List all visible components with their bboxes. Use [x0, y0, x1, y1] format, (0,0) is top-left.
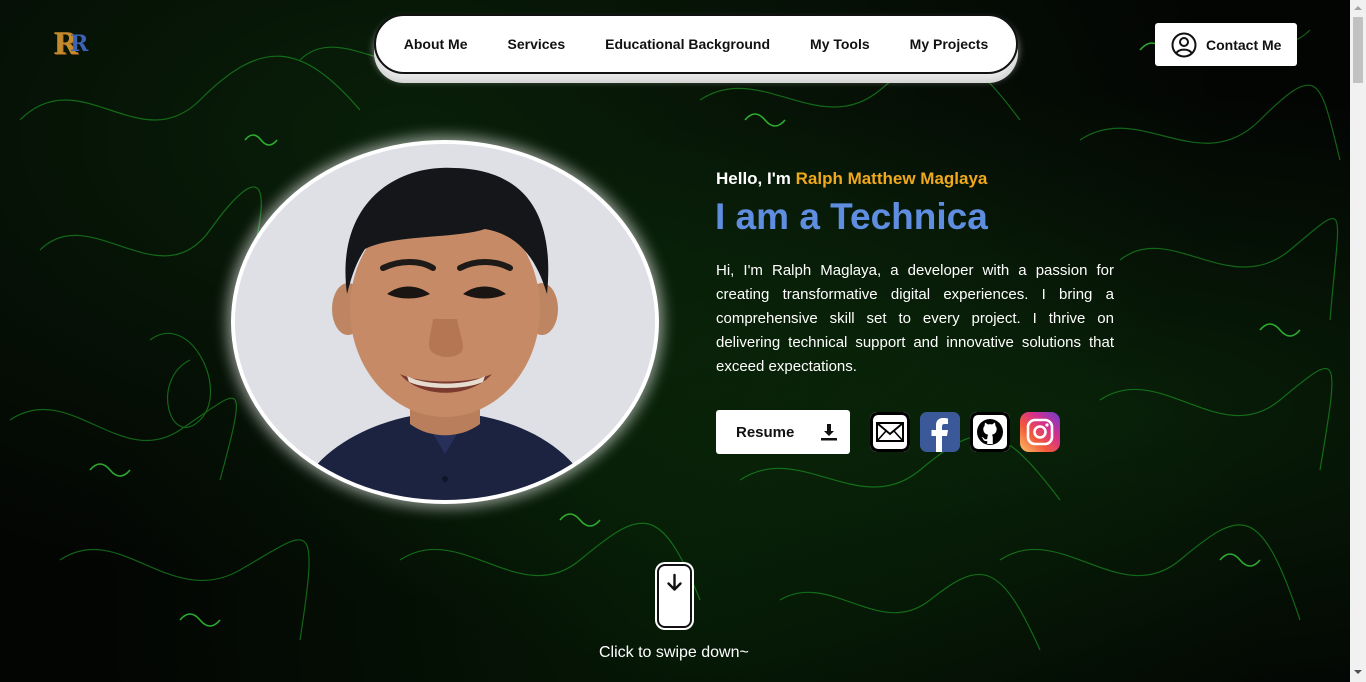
scrollbar-thumb[interactable]	[1353, 17, 1363, 83]
user-circle-icon	[1171, 32, 1197, 57]
email-icon	[870, 412, 910, 452]
resume-download-button[interactable]: Resume	[716, 410, 850, 454]
nav-my-projects[interactable]: My Projects	[910, 36, 989, 52]
scroll-down-arrow-icon[interactable]	[1354, 670, 1362, 674]
nav-services[interactable]: Services	[508, 36, 566, 52]
hero-greeting: Hello, I'm Ralph Matthew Maglaya	[716, 169, 987, 189]
logo-mark-accent: R	[70, 31, 89, 57]
nav-about-me[interactable]: About Me	[404, 36, 468, 52]
main-nav: About Me Services Educational Background…	[374, 14, 1018, 74]
nav-my-tools[interactable]: My Tools	[810, 36, 870, 52]
contact-me-label: Contact Me	[1206, 36, 1282, 53]
greeting-text: Hello, I'm	[716, 169, 791, 188]
contact-me-button[interactable]: Contact Me	[1155, 23, 1297, 66]
hero-role-typed: I am a Technica	[715, 196, 988, 237]
resume-label: Resume	[736, 423, 795, 441]
hero-bio: Hi, I'm Ralph Maglaya, a developer with …	[716, 262, 1114, 375]
scroll-hint: Click to swipe down~	[599, 644, 749, 661]
email-link[interactable]	[870, 412, 910, 452]
facebook-link[interactable]	[920, 412, 960, 452]
facebook-icon	[920, 412, 960, 452]
nav-educational-background[interactable]: Educational Background	[605, 36, 770, 52]
download-icon	[821, 424, 838, 441]
github-link[interactable]	[970, 412, 1010, 452]
vertical-scrollbar[interactable]	[1350, 0, 1366, 682]
page: R R About Me Services Educational Backgr…	[0, 0, 1366, 682]
profile-portrait	[235, 144, 655, 500]
hero-name: Ralph Matthew Maglaya	[795, 169, 988, 188]
profile-photo	[231, 140, 659, 504]
logo[interactable]: R R	[53, 27, 93, 63]
scroll-up-arrow-icon[interactable]	[1354, 6, 1362, 10]
arrow-down-icon	[667, 573, 682, 591]
instagram-link[interactable]	[1020, 412, 1060, 452]
instagram-icon	[1020, 412, 1060, 452]
github-icon	[970, 412, 1010, 452]
scroll-down-button[interactable]	[657, 564, 692, 628]
